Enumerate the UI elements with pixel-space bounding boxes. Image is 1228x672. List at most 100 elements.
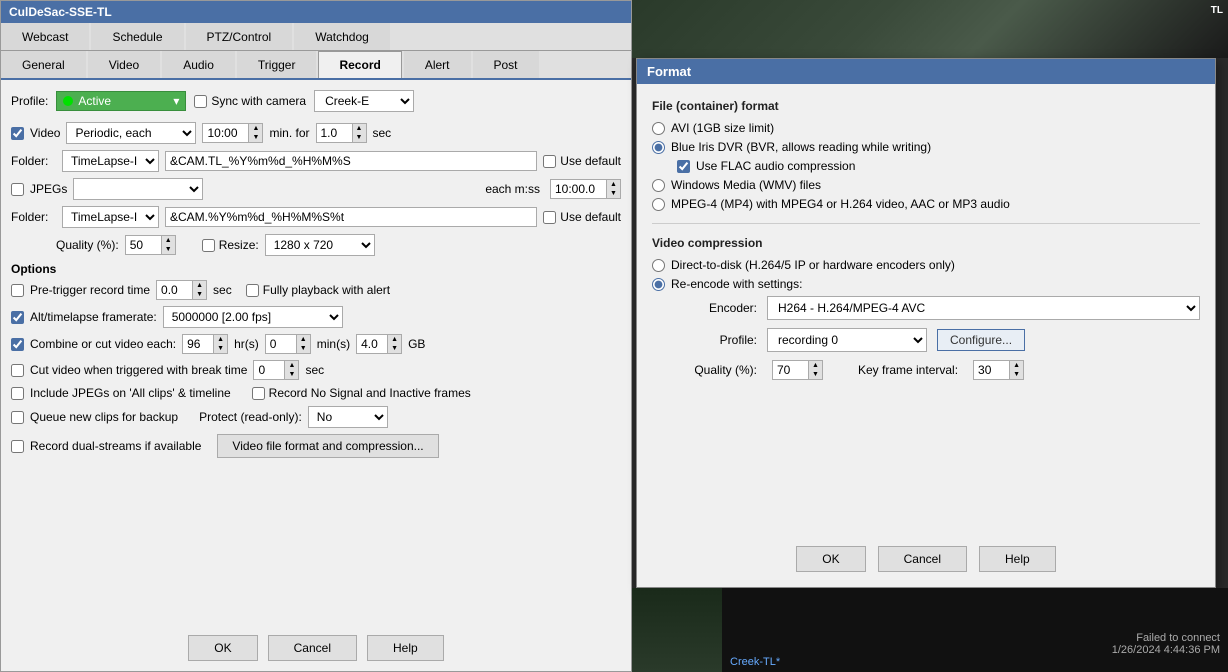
record-no-signal-checkbox[interactable]: [252, 387, 265, 400]
alt-framerate-checkbox[interactable]: [11, 311, 24, 324]
reencode-radio[interactable]: [652, 278, 665, 291]
include-jpegs-row: Include JPEGs on 'All clips' & timeline …: [11, 386, 621, 400]
tab-trigger[interactable]: Trigger: [237, 51, 317, 78]
combine-cut-checkbox[interactable]: [11, 338, 24, 351]
hr-input[interactable]: [183, 335, 213, 353]
creek-dropdown[interactable]: Creek-E: [314, 90, 414, 112]
wmv-radio[interactable]: [652, 179, 665, 192]
queue-backup-checkbox[interactable]: [11, 411, 24, 424]
tab-watchdog[interactable]: Watchdog: [294, 23, 390, 50]
encoder-select[interactable]: H264 - H.264/MPEG-4 AVC: [767, 296, 1200, 320]
video-checkbox[interactable]: [11, 127, 24, 140]
top-camera-image: TL: [632, 0, 1228, 58]
gb-up[interactable]: ▲: [387, 335, 401, 344]
pretrigger-up[interactable]: ▲: [192, 281, 206, 290]
profile-dropdown[interactable]: Active ▾: [56, 91, 186, 111]
mp4-radio[interactable]: [652, 198, 665, 211]
quality-down[interactable]: ▼: [161, 245, 175, 254]
min-input[interactable]: [266, 335, 296, 353]
cut-triggered-checkbox[interactable]: [11, 364, 24, 377]
folder1-use-default-checkbox[interactable]: [543, 155, 556, 168]
tab-schedule[interactable]: Schedule: [91, 23, 183, 50]
pretrigger-input[interactable]: [157, 281, 192, 299]
alt-framerate-label: Alt/timelapse framerate:: [30, 310, 157, 324]
combine-cut-row: Combine or cut video each: ▲ ▼ hr(s) ▲ ▼: [11, 334, 621, 354]
cut-triggered-down[interactable]: ▼: [284, 370, 298, 379]
configure-button[interactable]: Configure...: [937, 329, 1025, 351]
main-ok-button[interactable]: OK: [188, 635, 257, 661]
alt-framerate-select[interactable]: 5000000 [2.00 fps]: [163, 306, 343, 328]
sync-camera-label: Sync with camera: [211, 94, 306, 108]
video-time-down[interactable]: ▼: [248, 133, 262, 142]
tab-webcast[interactable]: Webcast: [1, 23, 89, 50]
video-format-button[interactable]: Video file format and compression...: [217, 434, 438, 458]
jpegs-checkbox[interactable]: [11, 183, 24, 196]
format-dialog-content: File (container) format AVI (1GB size li…: [637, 84, 1215, 403]
folder2-select[interactable]: TimeLapse-I: [62, 206, 159, 228]
main-help-button[interactable]: Help: [367, 635, 444, 661]
pretrigger-checkbox[interactable]: [11, 284, 24, 297]
format-ok-button[interactable]: OK: [796, 546, 865, 572]
folder2-use-default-checkbox[interactable]: [543, 211, 556, 224]
hr-down[interactable]: ▼: [213, 344, 227, 353]
resize-checkbox[interactable]: [202, 239, 215, 252]
jpegs-time-up[interactable]: ▲: [606, 180, 620, 189]
jpegs-time-input[interactable]: [551, 180, 606, 198]
folder1-select[interactable]: TimeLapse-I: [62, 150, 159, 172]
avi-radio[interactable]: [652, 122, 665, 135]
fully-playback-checkbox[interactable]: [246, 284, 259, 297]
min-up[interactable]: ▲: [296, 335, 310, 344]
quality-enc-down[interactable]: ▼: [808, 370, 822, 379]
bvr-radio[interactable]: [652, 141, 665, 154]
keyframe-down[interactable]: ▼: [1009, 370, 1023, 379]
divider: [652, 223, 1200, 224]
cut-triggered-spinner-btns: ▲ ▼: [284, 361, 298, 379]
folder2-path-input[interactable]: [165, 207, 537, 227]
tab-ptz-control[interactable]: PTZ/Control: [186, 23, 293, 50]
tab-alert[interactable]: Alert: [404, 51, 471, 78]
quality-input[interactable]: [126, 236, 161, 254]
hr-up[interactable]: ▲: [213, 335, 227, 344]
quality-up[interactable]: ▲: [161, 236, 175, 245]
profile-enc-select[interactable]: recording 0: [767, 328, 927, 352]
cut-triggered-up[interactable]: ▲: [284, 361, 298, 370]
container-section-title: File (container) format: [652, 99, 1200, 113]
tab-audio[interactable]: Audio: [162, 51, 235, 78]
main-cancel-button[interactable]: Cancel: [268, 635, 357, 661]
keyframe-input[interactable]: [974, 361, 1009, 379]
jpegs-type-select[interactable]: [73, 178, 203, 200]
quality-enc-up[interactable]: ▲: [808, 361, 822, 370]
keyframe-up[interactable]: ▲: [1009, 361, 1023, 370]
video-sec-down[interactable]: ▼: [352, 133, 366, 142]
gb-down[interactable]: ▼: [387, 344, 401, 353]
quality-enc-input[interactable]: [773, 361, 808, 379]
format-cancel-button[interactable]: Cancel: [878, 546, 967, 572]
folder2-use-default-label: Use default: [560, 210, 621, 224]
tab-video[interactable]: Video: [88, 51, 160, 78]
folder1-label: Folder:: [11, 154, 56, 168]
direct-radio[interactable]: [652, 259, 665, 272]
avi-label: AVI (1GB size limit): [671, 121, 774, 135]
tab-record[interactable]: Record: [318, 51, 401, 78]
video-sec-up[interactable]: ▲: [352, 124, 366, 133]
protect-select[interactable]: No: [308, 406, 388, 428]
video-sec-input[interactable]: [317, 124, 352, 142]
gb-input[interactable]: [357, 335, 387, 353]
include-jpegs-checkbox[interactable]: [11, 387, 24, 400]
sync-camera-checkbox[interactable]: [194, 95, 207, 108]
folder1-path-input[interactable]: [165, 151, 537, 171]
tab-post[interactable]: Post: [473, 51, 539, 78]
jpegs-time-down[interactable]: ▼: [606, 189, 620, 198]
video-type-select[interactable]: Periodic, each: [66, 122, 196, 144]
tab-general[interactable]: General: [1, 51, 86, 78]
bvr-option: Blue Iris DVR (BVR, allows reading while…: [652, 140, 1200, 154]
min-down[interactable]: ▼: [296, 344, 310, 353]
video-time-input[interactable]: [203, 124, 248, 142]
pretrigger-down[interactable]: ▼: [192, 290, 206, 299]
resize-select[interactable]: 1280 x 720: [265, 234, 375, 256]
cut-triggered-input[interactable]: [254, 361, 284, 379]
flac-checkbox[interactable]: [677, 160, 690, 173]
format-help-button[interactable]: Help: [979, 546, 1056, 572]
dual-streams-checkbox[interactable]: [11, 440, 24, 453]
video-time-up[interactable]: ▲: [248, 124, 262, 133]
